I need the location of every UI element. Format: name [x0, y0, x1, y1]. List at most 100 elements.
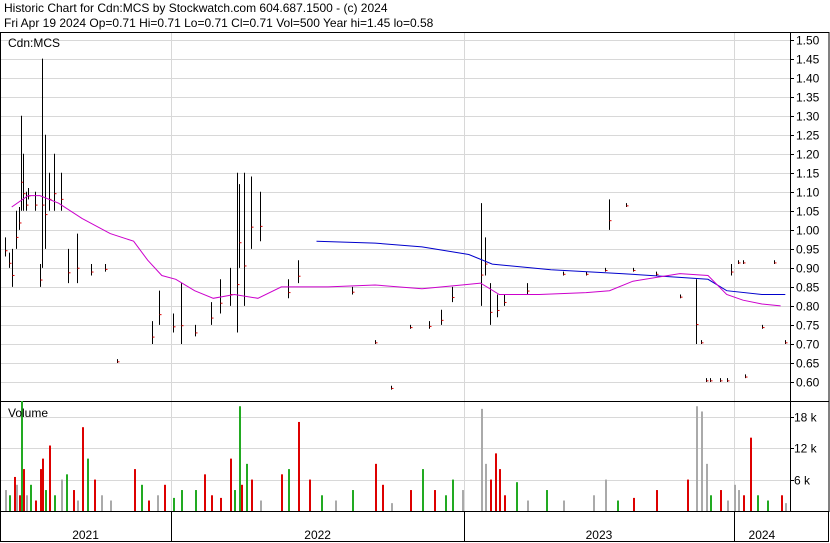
volume-bar	[230, 458, 232, 511]
volume-tick-label: 12 k	[794, 442, 818, 456]
volume-bar	[706, 463, 708, 511]
price-axis: 1.50 1.45 1.40 1.35 1.30 1.25 1.20 1.15 1.10 1.05…	[790, 34, 820, 390]
volume-bar	[211, 495, 213, 511]
volume-bar	[164, 484, 166, 511]
price-tick-label: 1.50	[796, 34, 820, 48]
volume-bar	[77, 500, 79, 511]
price-gridlines	[1, 32, 791, 511]
volume-bar	[19, 495, 21, 511]
price-panel: 1.50 1.45 1.40 1.35 1.30 1.25 1.20 1.15 1.10 1.05…	[0, 32, 830, 511]
volume-bar	[157, 495, 159, 511]
volume-bar	[35, 500, 37, 511]
short-moving-average-line	[11, 195, 781, 307]
price-tick-label: 1.10	[796, 186, 820, 200]
volume-bar	[422, 469, 424, 511]
volume-bar	[727, 500, 729, 511]
volume-bar	[382, 484, 384, 511]
volume-bar	[251, 479, 253, 511]
volume-bar	[720, 490, 722, 511]
price-tick-label: 0.90	[796, 262, 820, 276]
volume-bar	[110, 500, 112, 511]
price-tick-label: 0.95	[796, 243, 820, 257]
volume-bar	[141, 484, 143, 511]
volume-panel-title: Volume	[8, 406, 48, 420]
volume-bar	[73, 490, 75, 511]
price-tick-label: 0.65	[796, 357, 820, 371]
volume-bar	[148, 500, 150, 511]
volume-bar	[499, 469, 501, 511]
volume-bar	[288, 469, 290, 511]
price-tick-label: 1.45	[796, 53, 820, 67]
volume-bar	[710, 495, 712, 511]
price-bars	[5, 58, 788, 390]
price-tick-label: 1.00	[796, 224, 820, 238]
volume-bar	[462, 490, 464, 511]
price-tick-label: 1.35	[796, 91, 820, 105]
volume-bar	[49, 445, 51, 511]
volume-bar	[61, 479, 63, 511]
volume-bar	[87, 458, 89, 511]
volume-bar	[134, 469, 136, 511]
year-label: 2023	[586, 528, 613, 542]
volume-bar	[54, 495, 56, 511]
volume-bar	[410, 490, 412, 511]
volume-bar	[734, 484, 736, 511]
volume-bar	[246, 463, 248, 511]
volume-axis: 18 k 12 k 6 k	[790, 411, 818, 488]
volume-bar	[335, 500, 337, 511]
volume-panel: 18 k 12 k 6 k Volume	[0, 401, 830, 512]
volume-bar	[485, 463, 487, 511]
volume-bar	[26, 495, 28, 511]
volume-bar	[563, 500, 565, 511]
volume-bar	[66, 474, 68, 511]
volume-bar	[16, 484, 18, 511]
stock-chart: 1.50 1.45 1.40 1.35 1.30 1.25 1.20 1.15 1.10 1.05…	[0, 32, 830, 542]
price-tick-label: 0.80	[796, 300, 820, 314]
volume-bar	[546, 490, 548, 511]
volume-bar	[173, 497, 175, 511]
price-tick-label: 0.85	[796, 281, 820, 295]
volume-bar	[750, 437, 752, 511]
volume-bar	[452, 479, 454, 511]
price-tick-label: 0.70	[796, 338, 820, 352]
volume-bar	[767, 500, 769, 511]
volume-bar	[5, 490, 7, 511]
volume-bar	[738, 490, 740, 511]
volume-bar	[434, 490, 436, 511]
volume-tick-label: 18 k	[794, 411, 818, 425]
volume-bar	[82, 427, 84, 511]
volume-bar	[757, 495, 759, 511]
year-label: 2021	[72, 528, 99, 542]
price-tick-label: 0.60	[796, 376, 820, 390]
volume-bar	[40, 469, 42, 511]
volume-bar	[696, 406, 698, 511]
volume-bar	[94, 479, 96, 511]
price-tick-label: 1.40	[796, 72, 820, 86]
volume-bar	[656, 490, 658, 511]
volume-bar	[701, 411, 703, 511]
volume-bar	[516, 482, 518, 511]
volume-bar	[241, 484, 243, 511]
volume-bar	[633, 497, 635, 511]
volume-bar	[781, 495, 783, 511]
volume-bar	[445, 495, 447, 511]
year-label: 2022	[304, 528, 331, 542]
price-tick-label: 1.30	[796, 110, 820, 124]
price-tick-label: 1.05	[796, 205, 820, 219]
price-panel-frame	[0, 32, 830, 402]
volume-bar	[490, 479, 492, 511]
price-tick-label: 1.15	[796, 167, 820, 181]
volume-bar	[14, 476, 16, 511]
volume-bar	[495, 453, 497, 511]
volume-bar	[321, 495, 323, 511]
price-tick-label: 1.20	[796, 148, 820, 162]
volume-bar	[30, 484, 32, 511]
volume-bar	[605, 479, 607, 511]
volume-bar	[785, 503, 787, 511]
price-tick-label: 0.75	[796, 319, 820, 333]
volume-bar	[195, 490, 197, 511]
volume-bar	[298, 421, 300, 511]
volume-bar	[9, 495, 11, 511]
volume-bar	[23, 469, 25, 511]
volume-bar	[375, 463, 377, 511]
